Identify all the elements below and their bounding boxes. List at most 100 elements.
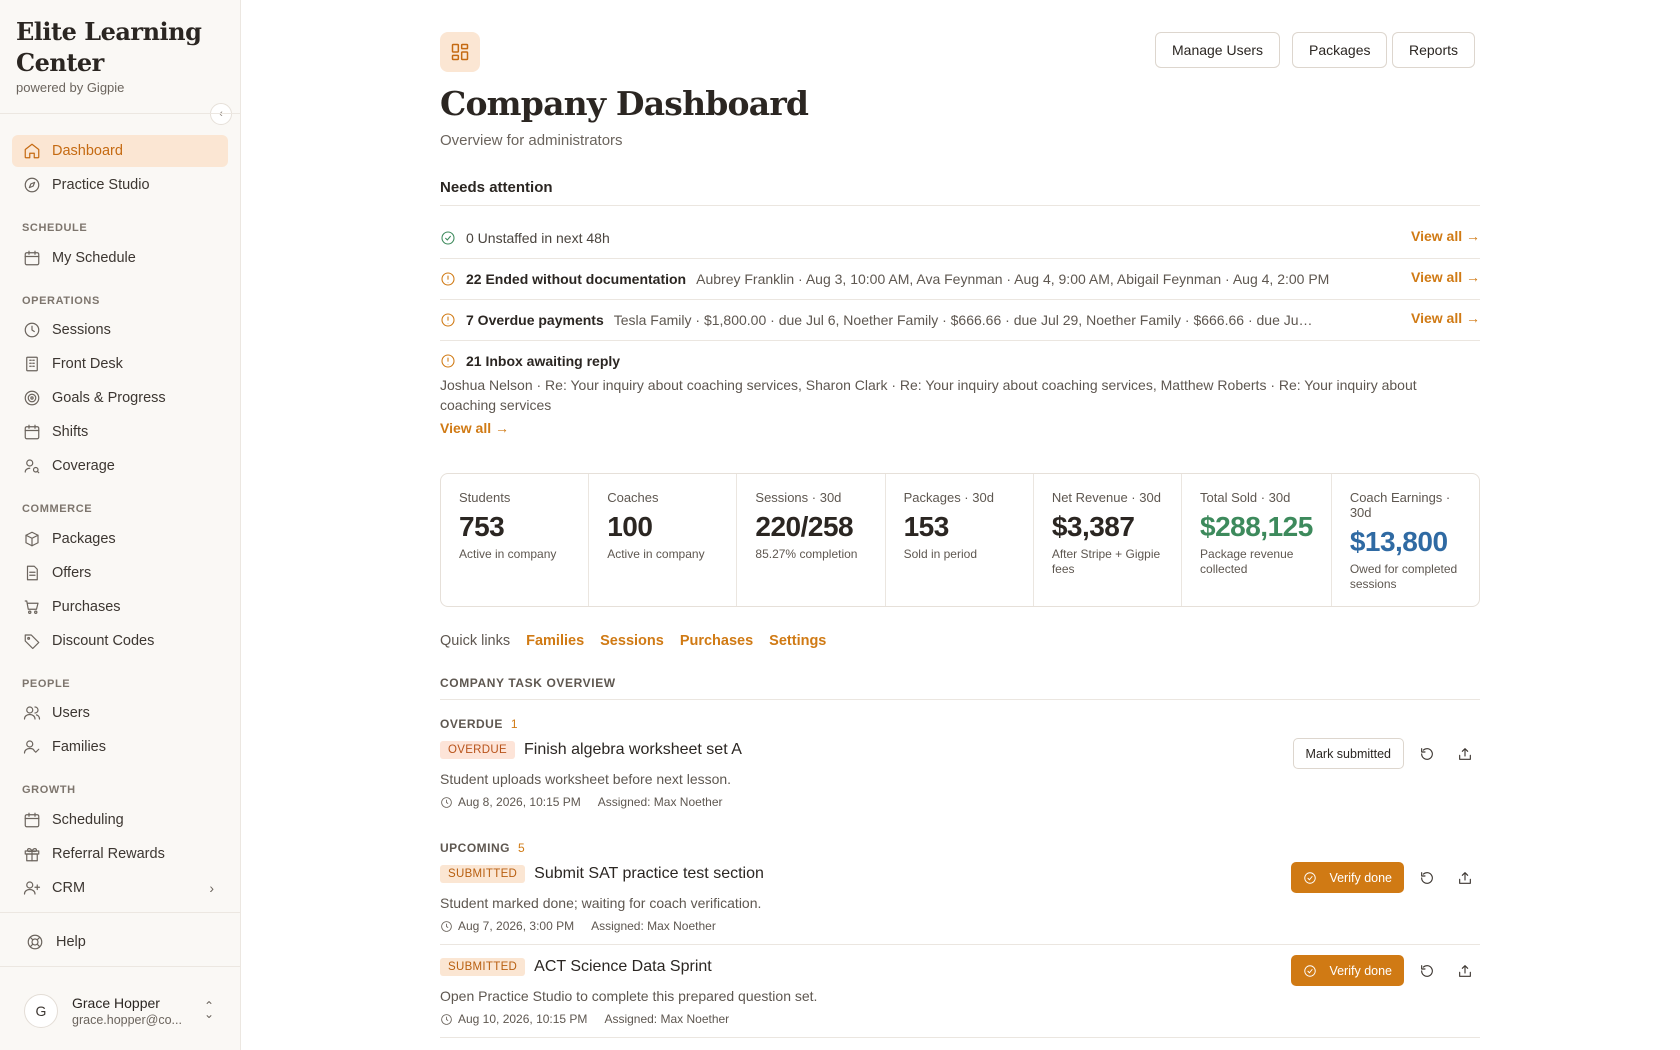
quick-links: Quick links Families Sessions Purchases … (440, 633, 826, 649)
stat-packages: Packages · 30d 153 Sold in period (886, 474, 1034, 606)
task-date: Aug 7, 2026, 3:00 PM (458, 919, 575, 933)
sidebar-item-coverage[interactable]: Coverage (12, 450, 228, 482)
view-all-link[interactable]: View all → (440, 420, 509, 436)
status-badge: SUBMITTED (440, 865, 526, 883)
sidebar-item-offers[interactable]: Offers (12, 557, 228, 589)
section-title-commerce: COMMERCE (22, 503, 93, 515)
user-menu[interactable]: G Grace Hopper grace.hopper@co... ⌃ ⌄ (12, 983, 230, 1039)
sidebar-item-label: Families (52, 739, 106, 755)
packages-button[interactable]: Packages (1292, 32, 1388, 68)
stat-students: Students 753 Active in company (441, 474, 590, 606)
task-overview-title: COMPANY TASK OVERVIEW (440, 676, 616, 690)
reset-icon[interactable] (1412, 739, 1442, 769)
sidebar-item-sessions[interactable]: Sessions (12, 314, 228, 346)
reports-button[interactable]: Reports (1392, 32, 1476, 68)
stat-sub: Active in company (607, 547, 705, 561)
calendar-icon (22, 810, 42, 830)
verify-done-button[interactable]: Verify done (1291, 955, 1404, 986)
check-circle-icon (440, 230, 456, 246)
user-email: grace.hopper@co... (72, 1013, 182, 1027)
sidebar-item-my-schedule[interactable]: My Schedule (12, 242, 228, 274)
quick-link-purchases[interactable]: Purchases (680, 633, 753, 649)
sidebar-item-label: Coverage (52, 458, 115, 474)
share-icon[interactable] (1450, 739, 1480, 769)
sidebar-item-label: Front Desk (52, 356, 123, 372)
brand-subtitle: powered by Gigpie (16, 80, 125, 95)
manage-users-button[interactable]: Manage Users (1155, 32, 1281, 68)
sidebar-item-practice-studio[interactable]: Practice Studio (12, 169, 228, 201)
sidebar-item-goals-progress[interactable]: Goals & Progress (12, 382, 228, 414)
sidebar-item-dashboard[interactable]: Dashboard (12, 135, 228, 167)
task-assignee: Assigned: Max Noether (597, 795, 723, 809)
sidebar-item-front-desk[interactable]: Front Desk (12, 348, 228, 380)
stat-label: Net Revenue · 30d (1051, 490, 1161, 505)
divider (440, 944, 1480, 945)
attention-detail: Joshua Nelson · Re: Your inquiry about c… (440, 377, 1417, 413)
stat-value: 753 (459, 511, 505, 542)
stat-sub: Owed for completed sessions (1349, 562, 1458, 591)
attention-count-label: 0 Unstaffed in next 48h (466, 230, 610, 246)
collapse-sidebar-button[interactable]: ‹ (210, 103, 232, 125)
sidebar-item-referral-rewards[interactable]: Referral Rewards (12, 838, 228, 870)
divider (440, 205, 1480, 206)
page-subtitle: Overview for administrators (440, 132, 623, 149)
quick-links-label: Quick links (440, 633, 511, 649)
brand: Elite Learning Center powered by Gigpie (0, 0, 240, 95)
file-icon (22, 563, 42, 583)
stat-value: 100 (607, 511, 653, 542)
status-badge: OVERDUE (440, 741, 515, 759)
sidebar-item-shifts[interactable]: Shifts (12, 416, 228, 448)
quick-link-families[interactable]: Families (526, 633, 584, 649)
task-item: OVERDUE Finish algebra worksheet set A S… (440, 738, 1480, 809)
share-icon[interactable] (1450, 863, 1480, 893)
mark-submitted-button[interactable]: Mark submitted (1292, 738, 1404, 769)
attention-count-label: 21 Inbox awaiting reply (466, 353, 621, 369)
sidebar-item-scheduling[interactable]: Scheduling (12, 804, 228, 836)
sidebar-item-families[interactable]: Families (12, 731, 228, 763)
quick-link-settings[interactable]: Settings (769, 633, 826, 649)
chevrons-up-down-icon: ⌃ ⌄ (203, 999, 214, 1021)
sidebar-item-packages[interactable]: Packages (12, 523, 228, 555)
user-name: Grace Hopper (72, 995, 160, 1011)
view-all-link[interactable]: View all → (1411, 269, 1480, 285)
task-title[interactable]: ACT Science Data Sprint (534, 958, 712, 976)
reset-icon[interactable] (1412, 863, 1442, 893)
check-circle-icon (1304, 964, 1317, 977)
clock-icon (440, 1013, 453, 1026)
share-icon[interactable] (1450, 956, 1480, 986)
stat-sessions: Sessions · 30d 220/258 85.27% completion (737, 474, 886, 606)
users-icon (22, 703, 42, 723)
building-icon (22, 354, 42, 374)
calendar-icon (22, 422, 42, 442)
dashboard-grid-icon (440, 32, 480, 72)
sidebar-item-label: Purchases (52, 599, 121, 615)
task-description: Open Practice Studio to complete this pr… (440, 988, 818, 1004)
sidebar-item-discount-codes[interactable]: Discount Codes (12, 625, 228, 657)
sidebar: Elite Learning Center powered by Gigpie … (0, 0, 241, 1050)
task-assignee: Assigned: Max Noether (591, 919, 716, 933)
compass-icon (22, 175, 42, 195)
stat-sub: 85.27% completion (755, 547, 858, 561)
divider (440, 340, 1480, 341)
view-all-link[interactable]: View all → (1411, 310, 1480, 326)
sidebar-item-users[interactable]: Users (12, 697, 228, 729)
reset-icon[interactable] (1412, 956, 1442, 986)
attention-count-label: 7 Overdue payments (466, 312, 604, 328)
avatar: G (24, 994, 58, 1028)
quick-link-sessions[interactable]: Sessions (600, 633, 664, 649)
divider (0, 912, 240, 913)
sidebar-item-label: Shifts (52, 424, 89, 440)
sidebar-item-label: Goals & Progress (52, 390, 166, 406)
clock-icon (440, 796, 453, 809)
sidebar-item-crm[interactable]: CRM › (12, 872, 228, 904)
sidebar-item-label: Users (52, 705, 90, 721)
task-title[interactable]: Submit SAT practice test section (534, 865, 764, 883)
verify-done-button[interactable]: Verify done (1291, 862, 1404, 893)
sidebar-item-purchases[interactable]: Purchases (12, 591, 228, 623)
view-all-link[interactable]: View all → (1411, 228, 1480, 244)
stat-label: Coaches (607, 490, 659, 505)
section-title-growth: GROWTH (22, 784, 76, 796)
task-title[interactable]: Finish algebra worksheet set A (524, 741, 742, 759)
task-item: SUBMITTED ACT Science Data Sprint Open P… (440, 955, 1480, 1026)
help-link[interactable]: Help (16, 926, 232, 958)
